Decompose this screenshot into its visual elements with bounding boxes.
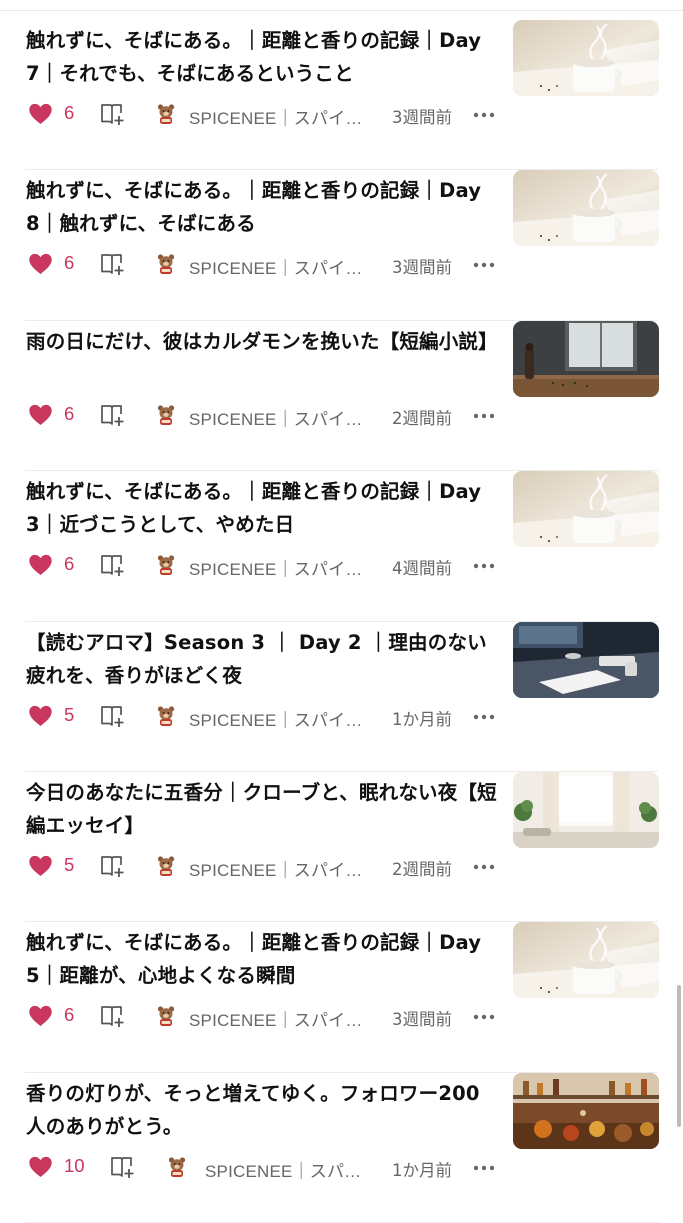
- article-card[interactable]: 香りの灯りが、そっと増えてゆく。フォロワー200人のありがとう。 10 SPIC…: [0, 1072, 683, 1223]
- sunny-room-image: [513, 771, 659, 848]
- article-card[interactable]: 今日のあなたに五香分｜クローブと、眠れない夜【短編エッセイ】 5 SPICENE…: [0, 771, 683, 923]
- author-name[interactable]: SPICENEE｜スパイ…: [189, 555, 363, 580]
- like-count: 6: [64, 553, 75, 575]
- heart-icon[interactable]: [28, 253, 53, 275]
- add-to-magazine-icon[interactable]: [100, 704, 126, 728]
- bear-avatar[interactable]: [156, 253, 176, 275]
- article-title[interactable]: 触れずに、そばにある。｜距離と香りの記録｜Day 8｜触れずに、そばにある: [26, 174, 498, 240]
- article-card[interactable]: 雨の日にだけ、彼はカルダモンを挽いた【短編小説】 6 SPICENEE｜スパイ……: [0, 320, 683, 472]
- author-name[interactable]: SPICENEE｜スパイ…: [189, 706, 363, 731]
- author-name[interactable]: SPICENEE｜スパイ…: [189, 1006, 363, 1031]
- article-title[interactable]: 香りの灯りが、そっと増えてゆく。フォロワー200人のありがとう。: [26, 1077, 498, 1143]
- add-to-magazine-icon[interactable]: [100, 252, 126, 276]
- article-thumbnail-steaming-cup[interactable]: [513, 471, 659, 548]
- bear-avatar[interactable]: [156, 554, 176, 576]
- article-title[interactable]: 触れずに、そばにある。｜距離と香りの記録｜Day 7｜それでも、そばにあるという…: [26, 24, 498, 90]
- article-meta: 6 SPICENEE｜スパイ… 4週間前: [28, 551, 498, 581]
- steaming-cup-image: [513, 20, 659, 96]
- post-time: 2週間前: [392, 859, 452, 879]
- add-to-magazine-icon[interactable]: [100, 553, 126, 577]
- article-thumbnail-steaming-cup[interactable]: [513, 170, 659, 247]
- author-name[interactable]: SPICENEE｜スパイ…: [189, 104, 363, 129]
- article-title[interactable]: 雨の日にだけ、彼はカルダモンを挽いた【短編小説】: [26, 325, 498, 358]
- bear-avatar[interactable]: [156, 404, 176, 426]
- rainy-window-image: [513, 320, 659, 397]
- article-meta: 10 SPICENEE｜スパ… 1か月前: [28, 1153, 498, 1183]
- bear-avatar[interactable]: [156, 705, 176, 727]
- like-count: 10: [64, 1154, 85, 1176]
- article-meta: 6 SPICENEE｜スパイ… 3週間前: [28, 100, 498, 130]
- like-count: 5: [64, 853, 75, 875]
- article-thumbnail-sunny-room[interactable]: [513, 771, 659, 848]
- article-feed: 触れずに、そばにある。｜距離と香りの記録｜Day 7｜それでも、そばにあるという…: [0, 20, 683, 1223]
- post-time: 2週間前: [392, 408, 452, 428]
- article-card[interactable]: 触れずに、そばにある。｜距離と香りの記録｜Day 5｜距離が、心地よくなる瞬間 …: [0, 922, 683, 1073]
- post-time: 3週間前: [392, 1010, 452, 1030]
- top-divider: [0, 10, 683, 11]
- post-time: 1か月前: [392, 1160, 452, 1180]
- post-time: 4週間前: [392, 559, 452, 579]
- steaming-cup-image: [513, 170, 659, 247]
- add-to-magazine-icon[interactable]: [100, 854, 126, 878]
- article-title[interactable]: 触れずに、そばにある。｜距離と香りの記録｜Day 5｜距離が、心地よくなる瞬間: [26, 926, 498, 992]
- heart-icon[interactable]: [28, 1005, 53, 1027]
- article-card[interactable]: 触れずに、そばにある。｜距離と香りの記録｜Day 8｜触れずに、そばにある 6: [0, 170, 683, 321]
- heart-icon[interactable]: [28, 103, 53, 125]
- article-title[interactable]: 今日のあなたに五香分｜クローブと、眠れない夜【短編エッセイ】: [26, 776, 498, 842]
- desk-night-image: [513, 621, 659, 698]
- more-icon[interactable]: [473, 563, 495, 569]
- bear-avatar[interactable]: [156, 1005, 176, 1027]
- like-count: 6: [64, 252, 75, 274]
- post-time: 1か月前: [392, 709, 452, 729]
- more-icon[interactable]: [473, 864, 495, 870]
- bear-avatar[interactable]: [167, 1156, 187, 1178]
- author-name[interactable]: SPICENEE｜スパイ…: [189, 405, 363, 430]
- spice-kitchen-image: [513, 1072, 659, 1149]
- heart-icon[interactable]: [28, 554, 53, 576]
- heart-icon[interactable]: [28, 1156, 53, 1178]
- article-meta: 5 SPICENEE｜スパイ… 2週間前: [28, 852, 498, 882]
- steaming-cup-image: [513, 471, 659, 548]
- post-time: 3週間前: [392, 258, 452, 278]
- author-name[interactable]: SPICENEE｜スパイ…: [189, 856, 363, 881]
- article-meta: 6 SPICENEE｜スパイ… 3週間前: [28, 1002, 498, 1032]
- more-icon[interactable]: [473, 714, 495, 720]
- add-to-magazine-icon[interactable]: [100, 1004, 126, 1028]
- article-thumbnail-steaming-cup[interactable]: [513, 922, 659, 999]
- like-count: 6: [64, 402, 75, 424]
- more-icon[interactable]: [473, 413, 495, 419]
- heart-icon[interactable]: [28, 855, 53, 877]
- scrollbar[interactable]: [677, 985, 681, 1127]
- more-icon[interactable]: [473, 262, 495, 268]
- article-thumbnail-steaming-cup[interactable]: [513, 20, 659, 96]
- article-card[interactable]: 触れずに、そばにある。｜距離と香りの記録｜Day 3｜近づこうとして、やめた日 …: [0, 471, 683, 622]
- add-to-magazine-icon[interactable]: [100, 102, 126, 126]
- article-title[interactable]: 【読むアロマ】Season 3 ｜ Day 2 ｜理由のない疲れを、香りがほどく…: [26, 626, 498, 692]
- article-thumbnail-desk-night[interactable]: [513, 621, 659, 698]
- article-meta: 6 SPICENEE｜スパイ… 2週間前: [28, 401, 498, 431]
- like-count: 6: [64, 1004, 75, 1026]
- add-to-magazine-icon[interactable]: [110, 1155, 136, 1179]
- article-thumbnail-spice-kitchen[interactable]: [513, 1072, 659, 1149]
- article-thumbnail-rainy-window[interactable]: [513, 320, 659, 397]
- heart-icon[interactable]: [28, 404, 53, 426]
- more-icon[interactable]: [473, 112, 495, 118]
- author-name[interactable]: SPICENEE｜スパイ…: [189, 254, 363, 279]
- article-title[interactable]: 触れずに、そばにある。｜距離と香りの記録｜Day 3｜近づこうとして、やめた日: [26, 475, 498, 541]
- add-to-magazine-icon[interactable]: [100, 403, 126, 427]
- bear-avatar[interactable]: [156, 855, 176, 877]
- bear-avatar[interactable]: [156, 103, 176, 125]
- post-time: 3週間前: [392, 108, 452, 127]
- like-count: 5: [64, 703, 75, 725]
- more-icon[interactable]: [473, 1014, 495, 1020]
- article-meta: 6 SPICENEE｜スパイ… 3週間前: [28, 250, 498, 280]
- steaming-cup-image: [513, 922, 659, 999]
- like-count: 6: [64, 102, 75, 123]
- article-meta: 5 SPICENEE｜スパイ… 1か月前: [28, 702, 498, 732]
- heart-icon[interactable]: [28, 705, 53, 727]
- more-icon[interactable]: [473, 1165, 495, 1171]
- article-card[interactable]: 触れずに、そばにある。｜距離と香りの記録｜Day 7｜それでも、そばにあるという…: [0, 20, 683, 171]
- article-card[interactable]: 【読むアロマ】Season 3 ｜ Day 2 ｜理由のない疲れを、香りがほどく…: [0, 621, 683, 772]
- author-name[interactable]: SPICENEE｜スパ…: [205, 1157, 361, 1182]
